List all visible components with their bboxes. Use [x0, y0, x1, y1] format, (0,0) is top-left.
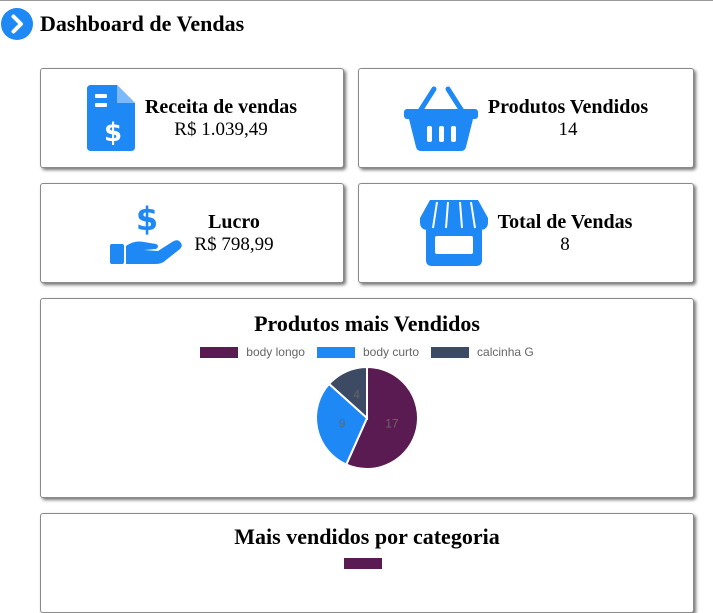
- shopping-basket-icon: [403, 86, 478, 151]
- revenue-card: $ Receita de vendas R$ 1.039,49: [40, 68, 344, 168]
- legend-swatch: [316, 346, 355, 358]
- legend-item-body-curto[interactable]: body curto: [316, 345, 420, 359]
- hand-dollar-icon: $: [110, 200, 183, 264]
- svg-text:$: $: [136, 200, 158, 238]
- category-chart-title: Mais vendidos por categoria: [234, 524, 500, 549]
- legend-swatch: [431, 346, 470, 358]
- top-products-pie: 1794: [315, 365, 419, 470]
- top-products-chart-title: Produtos mais Vendidos: [254, 311, 480, 336]
- category-chart-card: Mais vendidos por categoria: [40, 513, 694, 613]
- revenue-value: R$ 1.039,49: [174, 119, 268, 140]
- profit-label: Lucro: [208, 211, 260, 233]
- total-sales-card: Total de Vendas 8: [358, 183, 694, 283]
- svg-text:$: $: [104, 118, 122, 148]
- total-sales-text: Total de Vendas 8: [498, 210, 633, 256]
- category-legend: [41, 558, 693, 569]
- legend-item-calcinha-G[interactable]: calcinha G: [431, 345, 534, 359]
- top-border: [0, 0, 713, 1]
- legend-item-body-longo[interactable]: body longo: [200, 345, 305, 359]
- pie-value-label: 17: [385, 416, 399, 430]
- products-sold-text: Produtos Vendidos 14: [488, 95, 648, 141]
- top-products-legend: body longo body curto calcinha G: [41, 345, 693, 359]
- profit-text: Lucro R$ 798,99: [194, 210, 273, 256]
- pie-value-label: 9: [339, 416, 346, 430]
- total-sales-label: Total de Vendas: [497, 211, 633, 233]
- products-sold-label: Produtos Vendidos: [487, 96, 649, 118]
- legend-item[interactable]: [344, 558, 390, 569]
- products-sold-card: Produtos Vendidos 14: [358, 68, 694, 168]
- legend-swatch: [344, 558, 382, 569]
- page-header: Dashboard de Vendas: [0, 8, 244, 40]
- legend-label: body longo: [246, 345, 305, 359]
- pie-value-label: 4: [353, 388, 360, 402]
- revenue-label: Receita de vendas: [144, 96, 298, 118]
- legend-label: calcinha G: [477, 345, 534, 359]
- total-sales-value: 8: [560, 234, 570, 255]
- legend-label: body curto: [362, 345, 420, 359]
- store-icon: [419, 200, 488, 266]
- products-sold-value: 14: [558, 119, 578, 140]
- profit-card: $ Lucro R$ 798,99: [40, 183, 344, 283]
- chevron-right-circle-icon[interactable]: [1, 8, 33, 40]
- revenue-text: Receita de vendas R$ 1.039,49: [145, 95, 297, 141]
- legend-swatch: [200, 346, 239, 358]
- page-title: Dashboard de Vendas: [40, 11, 245, 36]
- top-products-pie-wrap: 17 9 4: [41, 363, 693, 473]
- profit-value: R$ 798,99: [194, 234, 274, 255]
- top-products-chart-card: Produtos mais Vendidos body longo body cu…: [40, 298, 694, 498]
- invoice-dollar-icon: $: [86, 85, 135, 151]
